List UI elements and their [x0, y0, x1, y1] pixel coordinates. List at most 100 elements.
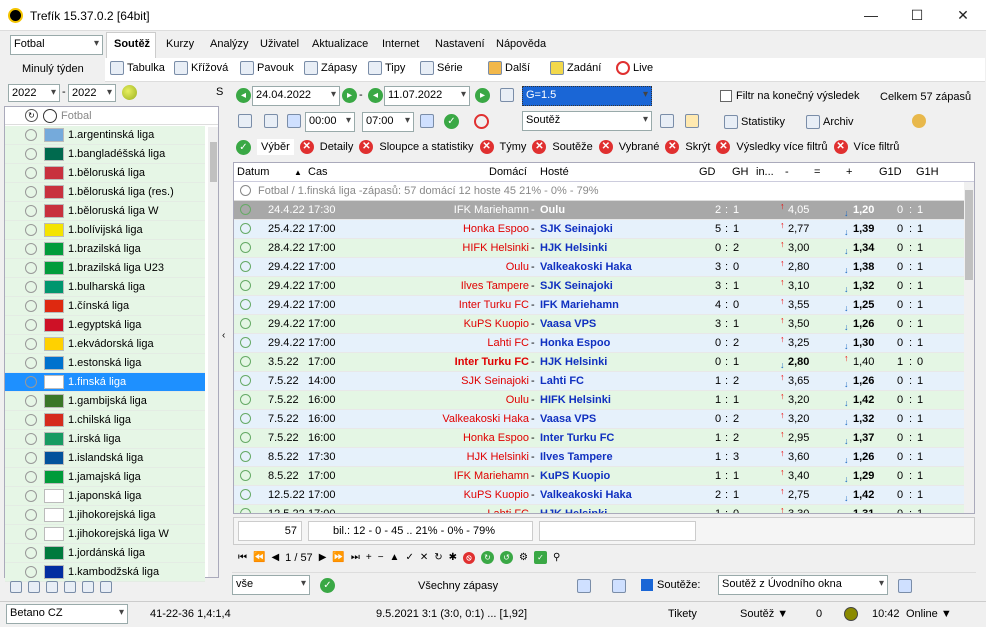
league-item[interactable]: 1.chilská liga [5, 411, 205, 430]
table-row[interactable]: 28.4.22 17:00 HIFK Helsinki - HJK Helsinki 0:… [234, 239, 964, 258]
row-select-icon[interactable] [240, 508, 251, 513]
statistics-button[interactable]: Statistiky [724, 115, 785, 129]
league-item[interactable]: 1.estonská liga [5, 354, 205, 373]
table-row[interactable]: 8.5.22 17:30 HJK Helsinki - Ilves Tampere 1:3… [234, 448, 964, 467]
league-item[interactable]: 1.islandská liga [5, 449, 205, 468]
close-icon[interactable]: ✕ [479, 140, 494, 154]
year-to-select[interactable]: 2022 [68, 84, 116, 102]
prev-record-button[interactable]: ◀ [271, 552, 279, 563]
close-button[interactable]: ✕ [940, 0, 986, 31]
select-radio-icon[interactable] [25, 243, 37, 255]
move-icon[interactable] [264, 114, 278, 128]
stop-icon[interactable]: ⦸ [463, 551, 475, 564]
row-select-icon[interactable] [240, 413, 251, 424]
league-item[interactable]: 1.běloruská liga W [5, 202, 205, 221]
close-icon[interactable]: ✕ [532, 140, 547, 154]
minimize-button[interactable]: — [848, 0, 894, 31]
table-row[interactable]: 29.4.22 17:00 Ilves Tampere - SJK Seinajoki 3… [234, 277, 964, 296]
league-item[interactable]: 1.brazilská liga [5, 240, 205, 259]
row-select-icon[interactable] [240, 318, 251, 329]
clock-icon[interactable] [474, 114, 489, 129]
col-g1d[interactable]: G1D [879, 166, 902, 178]
league-scrollbar[interactable] [208, 127, 218, 577]
gear-icon[interactable]: ⚙ [519, 552, 528, 563]
row-select-icon[interactable] [240, 299, 251, 310]
next-date-button[interactable]: ▸ [342, 88, 357, 103]
league-item[interactable]: 1.egyptská liga [5, 316, 205, 335]
select-radio-icon[interactable] [25, 167, 37, 179]
row-select-icon[interactable] [240, 204, 251, 215]
period-label[interactable]: Minulý týden [22, 63, 84, 75]
prev-date-button[interactable]: ◂ [236, 88, 251, 103]
select-radio-icon[interactable] [25, 224, 37, 236]
table-row[interactable]: 29.4.22 17:00 Oulu - Valkeakoski Haka 3:0 ↑ 2,8… [234, 258, 964, 277]
list-icon[interactable] [64, 581, 76, 593]
maximize-button[interactable]: ☐ [894, 0, 940, 31]
first-record-button[interactable]: ⏮ [238, 552, 247, 563]
export-icon[interactable] [82, 581, 94, 593]
table-row[interactable]: 3.5.22 17:00 Inter Turku FC - HJK Helsinki 0:… [234, 353, 964, 372]
table-row[interactable]: 12.5.22 17:00 Lahti FC - HJK Helsinki 1:0 ↑ 3,3… [234, 505, 964, 513]
select-radio-icon[interactable] [25, 300, 37, 312]
table-row[interactable]: 7.5.22 16:00 Oulu - HIFK Helsinki 1:1 ↑ 3,20 ↓ 1,… [234, 391, 964, 410]
table-row[interactable]: 8.5.22 17:00 IFK Mariehamn - KuPS Kuopio 1:1 ↑… [234, 467, 964, 486]
league-item[interactable]: 1.kambodžská liga [5, 563, 205, 582]
apply-all-icon[interactable]: ✓ [320, 578, 335, 593]
select-radio-icon[interactable] [25, 262, 37, 274]
league-item[interactable]: 1.běloruská liga (res.) [5, 183, 205, 202]
tab-live[interactable]: Live [616, 61, 653, 75]
league-item[interactable]: 1.finská liga [5, 373, 205, 392]
tab-tymy[interactable]: Týmy [500, 141, 527, 153]
tab-vysledky[interactable]: Výsledky více filtrů [736, 141, 827, 153]
select-radio-icon[interactable] [25, 205, 37, 217]
row-select-icon[interactable] [240, 375, 251, 386]
grid-scrollbar[interactable] [964, 182, 974, 513]
league-item[interactable]: 1.jihokorejská liga [5, 506, 205, 525]
col-minus[interactable]: - [785, 166, 789, 178]
scope-select[interactable]: Soutěž [522, 111, 652, 131]
tab-vice-filtru[interactable]: Více filtrů [854, 141, 900, 153]
refresh-button[interactable]: ↻ [434, 552, 442, 563]
tab-skryt[interactable]: Skrýt [685, 141, 710, 153]
col-g1h[interactable]: G1H [916, 166, 939, 178]
query-select[interactable]: G=1.5 [522, 86, 652, 106]
league-item[interactable]: 1.jamajská liga [5, 468, 205, 487]
tennis-ball-icon[interactable] [122, 85, 137, 100]
col-plus[interactable]: + [846, 166, 852, 178]
tab-serie[interactable]: Série [420, 61, 463, 75]
league-item[interactable]: 1.argentinská liga [5, 126, 205, 145]
sport-select[interactable]: Fotbal [10, 35, 103, 55]
select-radio-icon[interactable] [25, 186, 37, 198]
select-radio-icon[interactable] [25, 452, 37, 464]
row-select-icon[interactable] [240, 489, 251, 500]
select-radio-icon[interactable] [25, 433, 37, 445]
tab-pavouk[interactable]: Pavouk [240, 61, 294, 75]
close-icon[interactable]: ✕ [359, 140, 374, 154]
col-cas[interactable]: Cas [308, 166, 328, 178]
bookmaker-select[interactable]: Betano CZ [6, 604, 128, 624]
archive-button[interactable]: Archiv [806, 115, 854, 129]
menu-aktualizace[interactable]: Aktualizace [312, 38, 368, 50]
date-to-input[interactable]: 11.07.2022 [384, 86, 470, 106]
row-select-icon[interactable] [240, 470, 251, 481]
columns-icon[interactable] [660, 114, 674, 128]
league-item[interactable]: 1.brazilská liga U23 [5, 259, 205, 278]
col-gd[interactable]: GD [699, 166, 716, 178]
league-item[interactable]: 1.čínská liga [5, 297, 205, 316]
col-in[interactable]: in... [756, 166, 774, 178]
close-icon[interactable]: ✕ [665, 140, 680, 154]
bookmark-button[interactable]: ✱ [449, 552, 457, 563]
league-item[interactable]: 1.bolívijská liga [5, 221, 205, 240]
table-row[interactable]: 12.5.22 17:00 KuPS Kuopio - Valkeakoski Haka… [234, 486, 964, 505]
tab-vyber[interactable]: Výběr [257, 139, 294, 155]
col-equal[interactable]: = [814, 166, 820, 178]
row-select-icon[interactable] [240, 356, 251, 367]
select-radio-icon[interactable] [25, 509, 37, 521]
select-radio-icon[interactable] [25, 528, 37, 540]
prev-date-to-button[interactable]: ◂ [368, 88, 383, 103]
sync-icon[interactable]: ↺ [500, 551, 513, 564]
select-radio-icon[interactable] [25, 148, 37, 160]
tab-zapasy[interactable]: Zápasy [304, 61, 357, 75]
delete-button[interactable]: − [378, 552, 384, 563]
filter-icon[interactable]: ↻ [25, 109, 38, 122]
